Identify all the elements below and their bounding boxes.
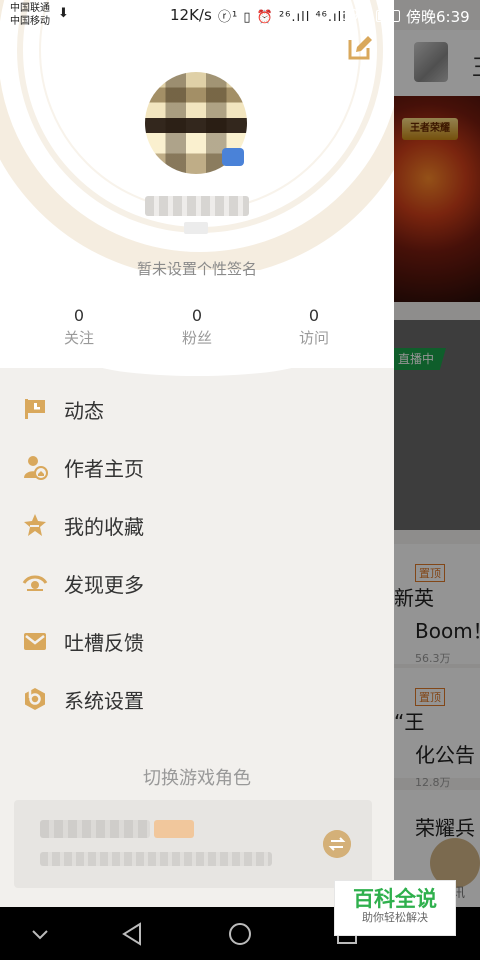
menu-item-favorites[interactable]: 我的收藏 <box>0 496 394 554</box>
battery-icon <box>376 10 400 22</box>
menu-item-activity[interactable]: 动态 <box>0 380 394 438</box>
menu-item-label: 系统设置 <box>64 689 144 713</box>
watermark-logo: 百科全说 助你轻松解决 <box>334 880 456 936</box>
watermark-title: 百科全说 <box>353 887 437 911</box>
menu-item-label: 动态 <box>64 399 104 423</box>
clock: 傍晚6:39 <box>406 8 470 26</box>
stat-label: 粉丝 <box>181 329 212 347</box>
carrier-2: 中国移动 <box>10 16 50 27</box>
profile-header: 暂未设置个性签名 0 关注 0 粉丝 0 访问 <box>0 0 394 376</box>
swap-icon[interactable] <box>323 830 351 858</box>
role-name-blurred <box>40 820 150 838</box>
net-speed: 12K/s <box>170 6 212 24</box>
menu-item-settings[interactable]: 系统设置 <box>0 670 394 728</box>
carrier-names: 中国联通 中国移动 <box>10 2 50 28</box>
download-icon: ⬇ <box>58 6 69 21</box>
menu-item-label: 发现更多 <box>64 573 144 597</box>
role-tag-blurred <box>154 820 194 838</box>
stat-value: 0 <box>308 306 320 325</box>
stat-value: 0 <box>191 306 203 325</box>
eye-icon <box>22 575 48 591</box>
menu-item-author-page[interactable]: 作者主页 <box>0 438 394 496</box>
author-icon <box>24 456 48 480</box>
menu-item-feedback[interactable]: 吐槽反馈 <box>0 612 394 670</box>
status-bar: 中国联通 中国移动 ⬇ 12K/s ⓡ¹ ▯ ⏰ ²⁶.ıll ⁴⁶.ıll 6… <box>0 0 480 32</box>
back-icon[interactable] <box>118 919 148 949</box>
stat-visits[interactable]: 0 访问 <box>274 306 354 348</box>
status-icons: ⓡ¹ ▯ ⏰ ²⁶.ıll ⁴⁶.ıll <box>218 10 347 25</box>
user-level-blurred <box>184 222 208 234</box>
stat-following[interactable]: 0 关注 <box>39 306 119 348</box>
menu-item-label: 作者主页 <box>64 457 144 481</box>
stat-followers[interactable]: 0 粉丝 <box>157 306 237 348</box>
signature-text[interactable]: 暂未设置个性签名 <box>0 258 394 279</box>
edit-icon[interactable] <box>346 34 374 62</box>
game-role-card[interactable] <box>14 800 372 888</box>
watermark-subtitle: 助你轻松解决 <box>362 911 428 924</box>
carrier-1: 中国联通 <box>10 3 50 14</box>
menu-item-label: 我的收藏 <box>64 515 144 539</box>
envelope-icon <box>24 633 46 650</box>
stat-label: 访问 <box>298 329 329 347</box>
menu-item-label: 吐槽反馈 <box>64 631 144 655</box>
stat-label: 关注 <box>63 329 94 347</box>
switch-role-label: 切换游戏角色 <box>143 768 251 789</box>
username-blurred <box>145 196 249 216</box>
avatar-badge <box>222 148 244 166</box>
menu-item-discover[interactable]: 发现更多 <box>0 554 394 612</box>
battery-percent: 69% <box>340 6 374 24</box>
role-info-blurred <box>40 852 272 866</box>
settings-icon <box>25 688 45 710</box>
star-icon <box>24 514 46 536</box>
stat-value: 0 <box>73 306 85 325</box>
flag-icon <box>25 399 45 419</box>
hide-keyboard-icon[interactable] <box>25 919 55 949</box>
side-drawer: 暂未设置个性签名 0 关注 0 粉丝 0 访问 动态 作者主页 我的收藏 发现更… <box>0 0 394 907</box>
home-icon[interactable] <box>225 919 255 949</box>
